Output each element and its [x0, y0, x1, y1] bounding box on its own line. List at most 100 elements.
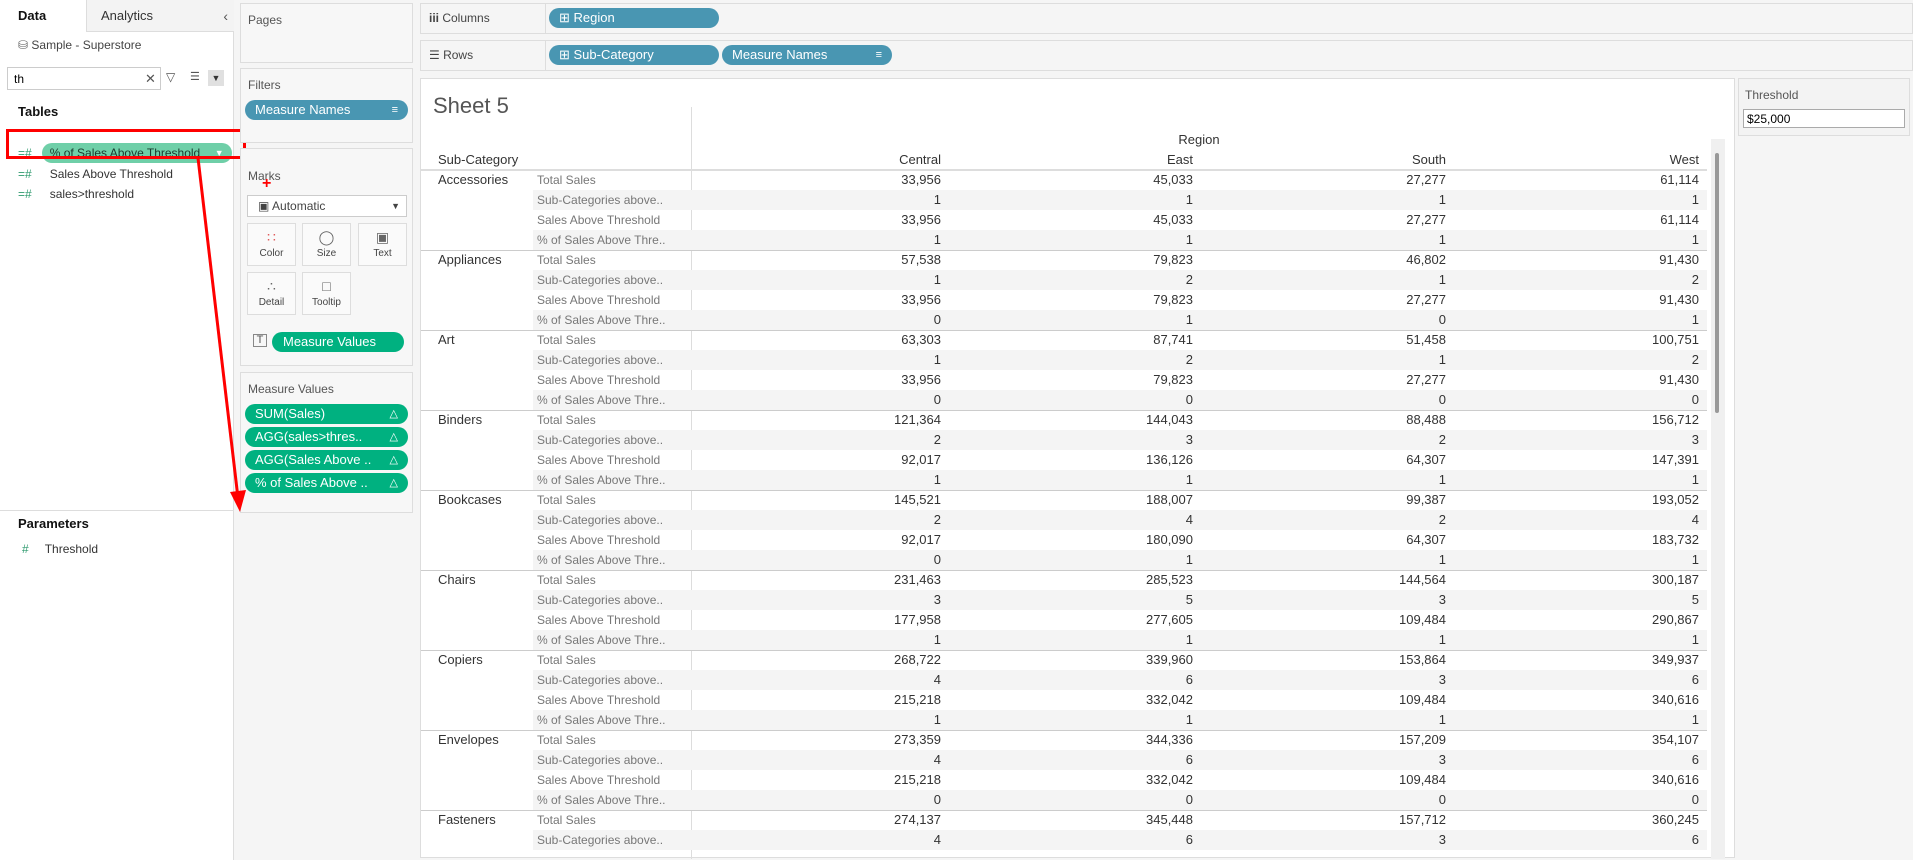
- measure-name-label: Total Sales: [537, 413, 596, 427]
- text-icon: T: [253, 334, 267, 347]
- chevron-down-icon: ▼: [391, 201, 400, 211]
- value-cell: 2: [1438, 512, 1446, 527]
- detail-button[interactable]: ∴ Detail: [247, 272, 296, 315]
- filters-card[interactable]: Filters Measure Names ≡: [240, 68, 413, 143]
- measure-name-label: Sub-Categories above..: [537, 433, 664, 447]
- measure-name-label: Sub-Categories above..: [537, 833, 664, 847]
- mv-pill-pct-sales-above[interactable]: % of Sales Above .. △: [245, 473, 408, 493]
- pages-card[interactable]: Pages: [240, 3, 413, 63]
- value-cell: 46,802: [1406, 252, 1446, 267]
- pill-label: Region: [573, 10, 615, 25]
- value-cell: 1: [933, 472, 941, 487]
- measure-name-label: Sales Above Threshold: [537, 293, 661, 307]
- mv-pill-sum-sales[interactable]: SUM(Sales) △: [245, 404, 408, 424]
- value-cell: 1: [1185, 632, 1193, 647]
- columns-shelf[interactable]: iii Columns ⊞ Region: [420, 3, 1913, 34]
- value-cell: 1: [933, 232, 941, 247]
- color-button[interactable]: ∷ Color: [247, 223, 296, 266]
- value-cell: 61,114: [1660, 172, 1699, 187]
- value-cell: 0: [1185, 792, 1193, 807]
- value-cell: 1: [1185, 472, 1193, 487]
- value-cell: 1: [1691, 712, 1699, 727]
- value-cell: 349,937: [1652, 652, 1699, 667]
- measure-name-label: Total Sales: [537, 653, 596, 667]
- parameter-control-label: Threshold: [1745, 88, 1799, 102]
- threshold-input[interactable]: [1743, 109, 1905, 128]
- value-cell: 91,430: [1659, 292, 1699, 307]
- tab-data[interactable]: Data: [0, 0, 86, 32]
- scrollbar-thumb[interactable]: [1715, 153, 1719, 413]
- size-button[interactable]: ◯ Size: [302, 223, 351, 266]
- value-cell: 2: [1185, 272, 1193, 287]
- value-cell: 273,359: [894, 732, 941, 747]
- pill-label: SUM(Sales): [255, 406, 326, 421]
- value-cell: 290,867: [1652, 612, 1699, 627]
- parameter-label: Threshold: [44, 542, 99, 556]
- value-cell: 91,430: [1659, 372, 1699, 387]
- measure-name-label: % of Sales Above Thre..: [537, 393, 666, 407]
- measure-name-label: Sub-Categories above..: [537, 273, 664, 287]
- value-cell: 144,043: [1146, 412, 1193, 427]
- value-cell: 1: [1438, 632, 1446, 647]
- text-mark-icon: ▣: [258, 199, 273, 213]
- crosstab: Region Sub-Category Central East South West Ac…: [421, 79, 1731, 859]
- button-label: Detail: [258, 297, 285, 308]
- tab-analytics[interactable]: Analytics ‹: [86, 0, 234, 32]
- value-cell: 4: [933, 832, 941, 847]
- value-cell: 136,126: [1146, 452, 1193, 467]
- clear-search-icon[interactable]: ✕: [145, 71, 156, 87]
- mv-pill-sales-gt-threshold[interactable]: AGG(sales>thres.. △: [245, 427, 408, 447]
- value-cell: 6: [1691, 672, 1699, 687]
- value-cell: 1: [933, 272, 941, 287]
- expand-icon[interactable]: ⊞: [559, 47, 574, 62]
- color-icon: ∷: [267, 229, 276, 245]
- rows-shelf[interactable]: ☰ Rows ⊞ Sub-Category Measure Names ≡: [420, 40, 1913, 71]
- value-cell: 27,277: [1406, 372, 1446, 387]
- value-cell: 63,303: [901, 332, 941, 347]
- row-pill-measure-names[interactable]: Measure Names ≡: [722, 45, 892, 65]
- value-cell: 79,823: [1153, 292, 1193, 307]
- field-sales-gt-threshold[interactable]: =# sales>threshold: [18, 184, 134, 204]
- value-cell: 121,364: [894, 412, 941, 427]
- collapse-icon[interactable]: ‹: [223, 0, 228, 32]
- pill-label: Measure Values: [283, 334, 376, 349]
- tooltip-button[interactable]: □ Tooltip: [302, 272, 351, 315]
- value-cell: 1: [1438, 272, 1446, 287]
- parameter-threshold[interactable]: # Threshold: [22, 539, 98, 559]
- measure-name-label: % of Sales Above Thre..: [537, 633, 666, 647]
- size-icon: ◯: [318, 229, 335, 245]
- marks-pill-measure-values[interactable]: Measure Values: [272, 332, 404, 352]
- measure-values-card: Measure Values SUM(Sales) △ AGG(sales>thr…: [240, 372, 413, 513]
- value-cell: 1: [1438, 472, 1446, 487]
- expand-icon[interactable]: ⊞: [559, 10, 574, 25]
- shelf-label: Rows: [443, 48, 474, 62]
- value-cell: 147,391: [1652, 452, 1699, 467]
- value-cell: 2: [1691, 352, 1699, 367]
- field-search-input[interactable]: [7, 67, 161, 90]
- value-cell: 2: [1691, 272, 1699, 287]
- column-pill-region[interactable]: ⊞ Region: [549, 8, 719, 28]
- row-pill-sub-category[interactable]: ⊞ Sub-Category: [549, 45, 719, 65]
- field-sales-above-threshold[interactable]: =# Sales Above Threshold: [18, 164, 173, 184]
- chevron-down-icon[interactable]: ▼: [208, 70, 224, 86]
- button-label: Color: [259, 248, 284, 259]
- filter-pill-measure-names[interactable]: Measure Names ≡: [245, 100, 408, 120]
- view-list-icon[interactable]: ☰: [190, 70, 200, 83]
- value-cell: 0: [1438, 392, 1446, 407]
- pill-label: Measure Names: [255, 102, 351, 117]
- measure-name-label: Total Sales: [537, 733, 596, 747]
- value-cell: 33,956: [901, 172, 941, 187]
- highlight-box: [6, 129, 246, 159]
- text-button[interactable]: ▣ Text: [358, 223, 407, 266]
- sheet-view: Sheet 5 Region Sub-Category Central East Sou…: [420, 78, 1735, 859]
- sub-category-label: Chairs: [438, 572, 476, 587]
- value-cell: 0: [933, 392, 941, 407]
- filter-icon[interactable]: ▽: [166, 70, 175, 84]
- measure-name-label: % of Sales Above Thre..: [537, 473, 666, 487]
- sub-category-label: Art: [438, 332, 455, 347]
- mark-type-dropdown[interactable]: ▣ Automatic ▼: [247, 195, 407, 217]
- datasource[interactable]: ⛁ Sample - Superstore: [18, 38, 141, 52]
- value-cell: 177,958: [894, 612, 941, 627]
- mv-pill-sales-above-threshold[interactable]: AGG(Sales Above .. △: [245, 450, 408, 470]
- value-cell: 300,187: [1652, 572, 1699, 587]
